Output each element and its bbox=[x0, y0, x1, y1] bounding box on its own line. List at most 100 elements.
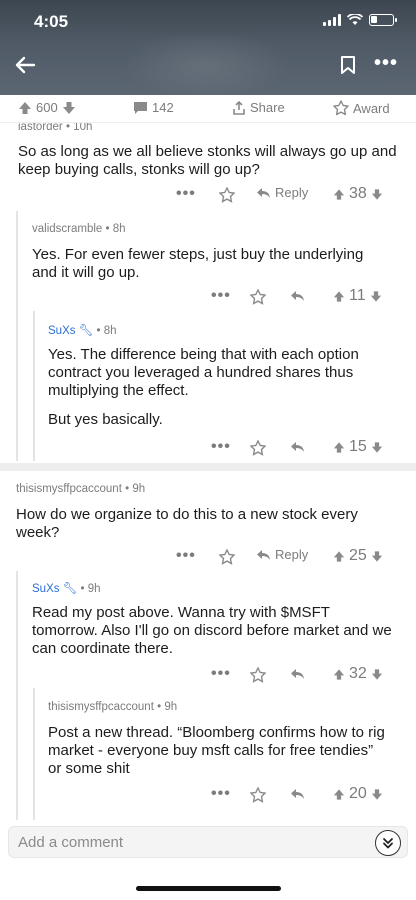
back-arrow-icon[interactable] bbox=[10, 52, 40, 80]
comment-score: 38 bbox=[349, 185, 367, 202]
add-comment-bar[interactable]: Add a comment bbox=[8, 826, 408, 858]
upvote-icon[interactable] bbox=[333, 290, 345, 303]
comment-votes: 20 bbox=[333, 785, 383, 803]
header-background-image bbox=[120, 30, 290, 95]
comment-author[interactable]: SuXs bbox=[48, 325, 76, 337]
thread-divider bbox=[0, 463, 416, 471]
post-comment-count: 142 bbox=[152, 100, 174, 115]
comment-age: 10h bbox=[73, 123, 93, 133]
comment-body: How do we organize to do this to a new s… bbox=[16, 506, 358, 541]
comment-body: Read my post above. Wanna try with $MSFT… bbox=[32, 604, 392, 657]
comment-age: 9h bbox=[132, 483, 146, 495]
comment-votes: 38 bbox=[333, 185, 383, 203]
reply-icon bbox=[257, 187, 270, 198]
comment-author[interactable]: SuXs bbox=[32, 583, 60, 595]
indent-line bbox=[16, 571, 18, 820]
award-icon[interactable] bbox=[219, 187, 235, 203]
more-icon[interactable]: ••• bbox=[211, 287, 231, 305]
share-icon bbox=[233, 100, 245, 115]
more-icon[interactable]: ••• bbox=[374, 52, 398, 75]
signal-icon bbox=[323, 14, 341, 26]
comment-thread: iastorder • 10h So as long as we all bel… bbox=[0, 123, 416, 820]
add-comment-input[interactable]: Add a comment bbox=[18, 834, 123, 851]
comment-actions: ••• 11 bbox=[0, 287, 416, 309]
reply-button[interactable]: Reply bbox=[256, 547, 308, 562]
more-icon[interactable]: ••• bbox=[211, 785, 231, 803]
downvote-icon[interactable] bbox=[370, 290, 382, 303]
downvote-icon[interactable] bbox=[371, 441, 383, 454]
wifi-icon bbox=[347, 14, 363, 25]
comment-score: 20 bbox=[349, 785, 367, 802]
bookmark-icon[interactable] bbox=[339, 55, 361, 79]
comment-votes: 15 bbox=[333, 438, 383, 456]
award-icon[interactable] bbox=[250, 440, 266, 456]
downvote-icon[interactable] bbox=[371, 550, 383, 563]
comment-meta: thisismysffpcaccount • 9h bbox=[16, 483, 146, 495]
upvote-icon[interactable] bbox=[333, 188, 345, 201]
downvote-icon[interactable] bbox=[371, 668, 383, 681]
downvote-icon[interactable] bbox=[62, 101, 76, 115]
comment-votes: 32 bbox=[333, 665, 383, 683]
comment-meta: iastorder • 10h bbox=[18, 123, 93, 133]
comment-actions: ••• Reply 38 bbox=[0, 185, 416, 207]
award-icon[interactable] bbox=[250, 787, 266, 803]
downvote-icon[interactable] bbox=[371, 788, 383, 801]
comment-age: 9h bbox=[164, 701, 178, 713]
award-icon bbox=[333, 100, 349, 116]
post-header: 4:05 ••• bbox=[0, 0, 416, 95]
award-icon[interactable] bbox=[250, 667, 266, 683]
award-icon[interactable] bbox=[250, 289, 266, 305]
reply-button[interactable]: Reply bbox=[256, 185, 308, 200]
upvote-icon[interactable] bbox=[18, 101, 32, 115]
upvote-icon[interactable] bbox=[333, 788, 345, 801]
comment-votes: 11 bbox=[333, 287, 382, 305]
comment-author[interactable]: iastorder bbox=[18, 123, 63, 133]
more-icon[interactable]: ••• bbox=[176, 185, 196, 203]
upvote-icon[interactable] bbox=[333, 550, 345, 563]
battery-icon bbox=[369, 14, 397, 26]
comment-meta: SuXs 🔧︎ • 8h bbox=[48, 325, 117, 337]
status-icons bbox=[323, 14, 397, 26]
award-button[interactable]: Award bbox=[333, 100, 390, 116]
comment-body: So as long as we all believe stonks will… bbox=[18, 143, 397, 178]
comment-author[interactable]: validscramble bbox=[32, 223, 102, 235]
comment-actions: ••• 15 bbox=[0, 438, 416, 460]
comment-author[interactable]: thisismysffpcaccount bbox=[16, 483, 122, 495]
comment-score: 15 bbox=[349, 438, 367, 455]
post-action-bar: 600 142 Share Award bbox=[0, 95, 416, 123]
share-button[interactable]: Share bbox=[232, 100, 285, 115]
reply-icon[interactable] bbox=[290, 441, 305, 453]
comment-score: 25 bbox=[349, 547, 367, 564]
award-label: Award bbox=[353, 100, 390, 116]
more-icon[interactable]: ••• bbox=[176, 547, 196, 565]
reply-icon[interactable] bbox=[290, 668, 305, 680]
comment-body: Yes. The difference being that with each… bbox=[48, 346, 359, 399]
upvote-icon[interactable] bbox=[333, 668, 345, 681]
post-vote-count: 600 bbox=[36, 100, 58, 115]
comment-body: Yes. For even fewer steps, just buy the … bbox=[32, 246, 364, 281]
comment-score: 11 bbox=[349, 287, 366, 304]
wrench-icon: 🔧︎ bbox=[78, 325, 94, 337]
reply-label: Reply bbox=[275, 547, 309, 562]
comment-author[interactable]: thisismysffpcaccount bbox=[48, 701, 154, 713]
reply-icon bbox=[257, 549, 270, 560]
downvote-icon[interactable] bbox=[371, 188, 383, 201]
home-indicator[interactable] bbox=[136, 886, 281, 891]
double-chevron-down-icon[interactable] bbox=[375, 830, 401, 856]
more-icon[interactable]: ••• bbox=[211, 438, 231, 456]
status-time: 4:05 bbox=[34, 12, 69, 31]
more-icon[interactable]: ••• bbox=[211, 665, 231, 683]
upvote-icon[interactable] bbox=[333, 441, 345, 454]
comment-body: Post a new thread. “Bloomberg confirms h… bbox=[48, 724, 385, 777]
reply-label: Reply bbox=[275, 185, 309, 200]
comment-icon bbox=[134, 101, 147, 114]
award-icon[interactable] bbox=[219, 549, 235, 565]
reply-icon[interactable] bbox=[290, 290, 305, 302]
indent-line bbox=[16, 211, 18, 461]
comment-votes: 25 bbox=[333, 547, 383, 565]
post-comments-button[interactable]: 142 bbox=[133, 100, 174, 115]
share-label: Share bbox=[250, 100, 285, 115]
comment-meta: validscramble • 8h bbox=[32, 223, 126, 235]
comment-score: 32 bbox=[349, 665, 367, 682]
reply-icon[interactable] bbox=[290, 788, 305, 800]
